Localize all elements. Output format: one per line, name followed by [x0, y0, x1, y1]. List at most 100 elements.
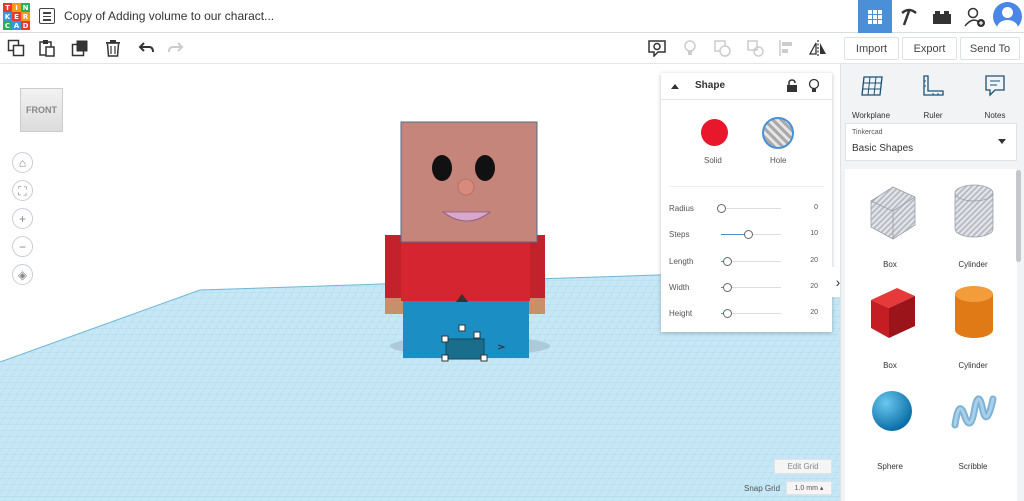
pickaxe-icon — [901, 8, 917, 25]
hole-swatch[interactable] — [762, 117, 794, 149]
logo-letter: K — [3, 12, 12, 21]
logo-letter: C — [3, 21, 12, 30]
chevron-down-icon — [998, 139, 1006, 144]
action-bar: Import Export Send To — [840, 33, 1024, 64]
workplane-icon — [861, 76, 883, 96]
scribble-icon — [951, 395, 997, 429]
shape-scribble[interactable]: Scribble — [933, 383, 1013, 483]
shape-label: Scribble — [958, 462, 988, 471]
add-user-button[interactable] — [958, 0, 992, 33]
library-category-select[interactable]: Tinkercad Basic Shapes — [845, 123, 1017, 161]
logo-letter: N — [21, 3, 30, 12]
edit-toolbar — [0, 33, 840, 64]
cylinder-hole-icon — [954, 184, 994, 238]
slider-knob[interactable] — [723, 309, 732, 318]
ungroup-icon[interactable] — [746, 39, 764, 57]
export-button[interactable]: Export — [902, 37, 957, 60]
hole-label: Hole — [770, 156, 787, 165]
design-list-icon[interactable] — [39, 8, 55, 24]
character-shirt[interactable] — [401, 242, 530, 301]
library-scrollbar[interactable] — [1016, 170, 1021, 262]
shape-sphere[interactable]: Sphere — [850, 383, 930, 483]
shape-label: Box — [883, 361, 897, 370]
shape-library-panel: Workplane Ruler Notes Tinkercad Basic Sh… — [840, 64, 1024, 501]
shape-inspector-title: Shape — [695, 80, 726, 91]
slider-knob[interactable] — [723, 283, 732, 292]
home-view-button[interactable]: ⌂ — [12, 152, 33, 173]
note-visibility-icon[interactable] — [648, 39, 666, 57]
shape-inspector-header: Shape — [661, 73, 832, 100]
box-hole-icon — [870, 186, 916, 240]
shape-cylinder[interactable]: Cylinder — [933, 282, 1013, 382]
notes-label: Notes — [984, 111, 1006, 120]
import-button[interactable]: Import — [844, 37, 899, 60]
bricks-button[interactable] — [925, 0, 959, 33]
viewcube[interactable]: FRONT — [20, 88, 63, 132]
send-to-button[interactable]: Send To — [960, 37, 1020, 60]
user-avatar[interactable] — [993, 2, 1022, 31]
mirror-icon[interactable] — [809, 39, 827, 57]
group-icon[interactable] — [713, 39, 731, 57]
lightbulb-icon[interactable] — [808, 78, 820, 93]
selected-shape[interactable] — [445, 338, 485, 360]
shape-label: Cylinder — [958, 260, 988, 269]
fit-view-button[interactable]: ⛶ — [12, 180, 33, 201]
logo-letter: I — [12, 3, 21, 12]
snap-grid-select[interactable]: 1.0 mm ▴ — [786, 481, 832, 495]
trash-icon[interactable] — [104, 39, 122, 57]
ortho-view-button[interactable]: ◈ — [12, 264, 33, 285]
copy-icon[interactable] — [7, 39, 25, 57]
param-value-steps[interactable]: 10 — [810, 230, 818, 237]
lightbulb-icon[interactable] — [681, 39, 699, 57]
redo-icon[interactable] — [167, 39, 185, 57]
lock-icon[interactable] — [786, 79, 798, 93]
param-value-length[interactable]: 20 — [810, 257, 818, 264]
notes-icon — [985, 75, 1005, 97]
notes-tool[interactable]: Notes — [967, 72, 1023, 120]
shape-grid: Box Cylinder Box Cylinder Sphere Scribbl… — [845, 169, 1017, 501]
shape-box-hole[interactable]: Box — [850, 181, 930, 281]
edit-grid-button[interactable]: Edit Grid — [774, 459, 832, 474]
solid-color-swatch[interactable] — [701, 119, 728, 146]
shape-box[interactable]: Box — [850, 282, 930, 382]
solid-label: Solid — [704, 156, 722, 165]
align-icon[interactable] — [778, 39, 796, 57]
add-user-icon — [964, 7, 985, 27]
logo-letter: T — [3, 3, 12, 12]
shape-label: Sphere — [877, 462, 903, 471]
param-label-height: Height — [669, 309, 693, 318]
shape-cylinder-hole[interactable]: Cylinder — [933, 181, 1013, 281]
collapse-up-icon[interactable] — [670, 82, 680, 90]
zoom-out-button[interactable]: − — [12, 236, 33, 257]
duplicate-icon[interactable] — [71, 39, 89, 57]
param-slider-radius[interactable] — [717, 204, 781, 213]
tinkercad-logo[interactable]: TINKERCAD — [3, 3, 30, 30]
shape-inspector: Shape Solid Hole Radius 0 Steps 10 Length 20 W… — [661, 73, 832, 332]
library-source-label: Tinkercad — [852, 129, 883, 136]
workplane-tool[interactable]: Workplane — [843, 72, 899, 120]
param-slider-length[interactable] — [721, 257, 781, 266]
slider-knob[interactable] — [723, 257, 732, 266]
param-value-height[interactable]: 20 — [810, 309, 818, 316]
bricks-icon — [933, 10, 951, 24]
param-value-radius[interactable]: 0 — [814, 204, 818, 211]
param-label-length: Length — [669, 257, 694, 266]
undo-icon[interactable] — [137, 39, 155, 57]
ruler-label: Ruler — [923, 111, 943, 120]
codeblocks-button[interactable] — [892, 0, 926, 33]
slider-knob[interactable] — [717, 204, 726, 213]
slider-knob[interactable] — [744, 230, 753, 239]
zoom-in-button[interactable]: + — [12, 208, 33, 229]
param-slider-steps[interactable] — [721, 230, 781, 239]
param-slider-width[interactable] — [721, 283, 781, 292]
3d-view-icon — [868, 9, 882, 24]
shape-label: Cylinder — [958, 361, 988, 370]
param-value-width[interactable]: 20 — [810, 283, 818, 290]
3d-view-button[interactable] — [858, 0, 892, 33]
document-title[interactable]: Copy of Adding volume to our charact... — [64, 9, 274, 23]
param-slider-height[interactable] — [721, 309, 781, 318]
param-label-radius: Radius — [669, 204, 694, 213]
paste-icon[interactable] — [38, 39, 56, 57]
cylinder-solid-icon — [955, 286, 993, 338]
ruler-tool[interactable]: Ruler — [905, 72, 961, 120]
